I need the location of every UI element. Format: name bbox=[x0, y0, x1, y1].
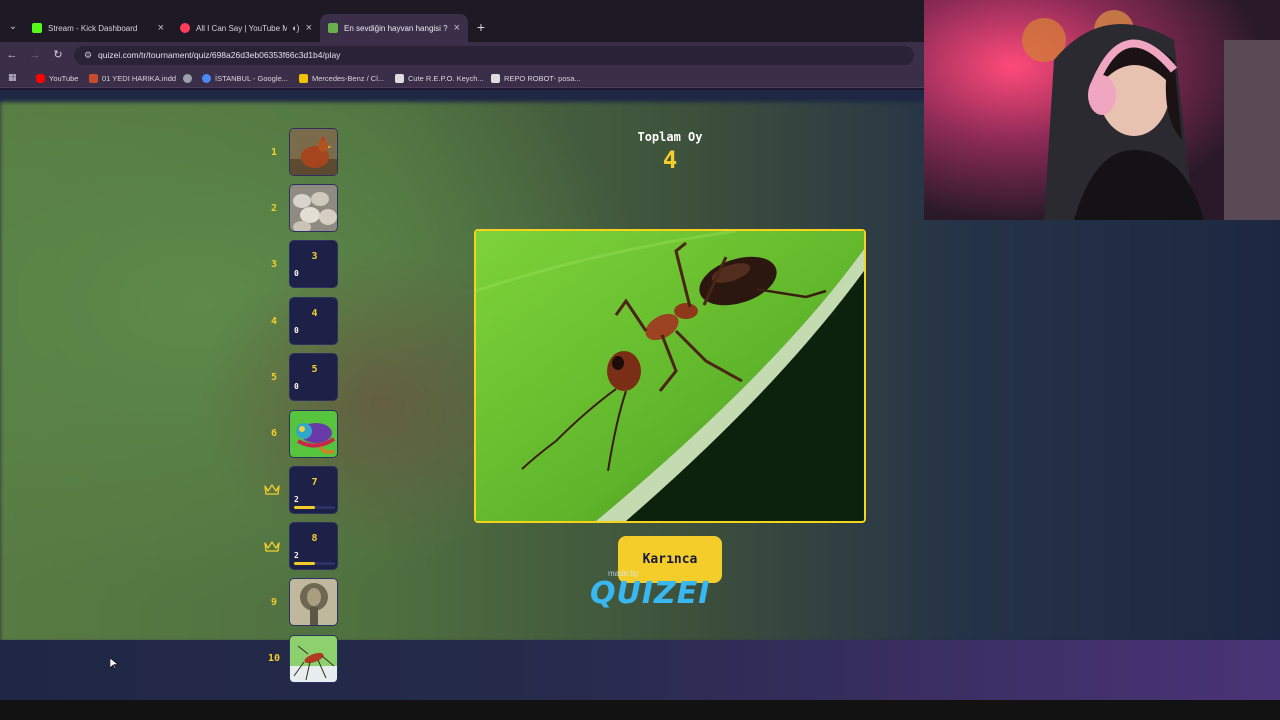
entry-rank: 4 bbox=[270, 316, 278, 327]
bookmark-label: REPO ROBOT- posa... bbox=[504, 73, 581, 83]
forward-arrow-icon[interactable]: → bbox=[27, 47, 43, 63]
bookmark-youtube[interactable]: YouTube bbox=[36, 71, 78, 85]
bookmark-globe[interactable] bbox=[183, 71, 196, 85]
entry-card[interactable]: 5 0 bbox=[289, 353, 338, 401]
total-votes-label: Toplam Oy bbox=[637, 130, 703, 144]
youtube-icon bbox=[36, 73, 45, 83]
bookmark-label: 01 YEDI HARIKA.indd bbox=[102, 73, 177, 83]
entry-rank: 10 bbox=[267, 653, 281, 664]
entry-votes: 0 bbox=[294, 269, 299, 278]
tab-title: Stream - Kick Dashboard bbox=[48, 23, 138, 33]
entry-card[interactable]: 7 2 bbox=[289, 466, 338, 514]
tab-title: En sevdiğin hayvan hangisi ? - bbox=[344, 23, 448, 33]
speaker-icon[interactable]: ◖) bbox=[291, 23, 299, 33]
kick-icon bbox=[32, 23, 42, 33]
browser-tabbar: ⌄ Stream - Kick Dashboard × All I Can Sa… bbox=[0, 0, 924, 42]
entry-rank: 2 bbox=[270, 203, 278, 214]
entry-number: 4 bbox=[311, 308, 318, 319]
youtube-music-icon bbox=[180, 23, 190, 33]
entry-votes: 0 bbox=[294, 382, 299, 391]
reload-icon[interactable]: ↻ bbox=[50, 47, 66, 63]
bookmark-label: İSTANBUL - Google... bbox=[215, 73, 288, 83]
bookmark-label: Cute R.E.P.O. Keych... bbox=[408, 73, 484, 83]
entry-number: 5 bbox=[311, 364, 318, 375]
close-icon[interactable]: × bbox=[306, 22, 312, 34]
entry-rank: 1 bbox=[270, 147, 278, 158]
document-icon bbox=[89, 73, 98, 83]
entry-number: 8 bbox=[311, 533, 318, 544]
back-arrow-icon[interactable]: ← bbox=[4, 47, 20, 63]
entry-votes: 2 bbox=[294, 495, 299, 504]
bookmark-repo-keychain[interactable]: Cute R.E.P.O. Keych... bbox=[395, 71, 484, 85]
address-bar[interactable]: ⚙ quizei.com/tr/tournament/quiz/698a26d3… bbox=[74, 46, 914, 65]
entry-rank: 6 bbox=[270, 428, 278, 439]
entry-votes: 2 bbox=[294, 551, 299, 560]
browser-toolbar: ← → ↻ ⚙ quizei.com/tr/tournament/quiz/69… bbox=[0, 42, 924, 68]
vote-progress-fill bbox=[294, 506, 315, 509]
site-info-icon[interactable]: ⚙ bbox=[82, 49, 94, 61]
close-icon[interactable]: × bbox=[158, 22, 164, 34]
sheep-thumbnail bbox=[290, 185, 337, 231]
bookmark-label: Mercedes-Benz / Cl... bbox=[312, 73, 385, 83]
crown-icon bbox=[264, 541, 280, 552]
new-tab-plus-icon[interactable]: + bbox=[472, 18, 490, 36]
webcam-overlay bbox=[924, 0, 1280, 220]
entry-chameleon-card[interactable] bbox=[289, 410, 338, 458]
vote-progress-fill bbox=[294, 562, 315, 565]
vote-progress-bar bbox=[294, 562, 335, 565]
entry-number: 7 bbox=[311, 477, 318, 488]
entry-card[interactable]: 3 0 bbox=[289, 240, 338, 288]
quizei-logo[interactable]: QUIZEI bbox=[590, 576, 710, 611]
mouse-cursor-icon bbox=[110, 658, 118, 670]
w-logo-icon bbox=[491, 73, 500, 83]
tab-kick[interactable]: Stream - Kick Dashboard × bbox=[24, 14, 172, 42]
page-bottom-strip bbox=[0, 700, 1280, 720]
entry-card[interactable]: 4 0 bbox=[289, 297, 338, 345]
w-logo-icon bbox=[395, 73, 404, 83]
tab-search-icon[interactable]: ⌄ bbox=[4, 18, 22, 36]
apps-grid-icon[interactable]: ▦ bbox=[8, 72, 18, 82]
s-logo-icon bbox=[299, 73, 308, 83]
entry-rank: 9 bbox=[270, 597, 278, 608]
bookmark-yedi-harika[interactable]: 01 YEDI HARIKA.indd bbox=[89, 71, 176, 85]
ant-on-leaf-image bbox=[476, 231, 864, 521]
cobra-thumbnail bbox=[290, 579, 337, 625]
entry-number: 3 bbox=[311, 251, 318, 262]
crown-icon bbox=[264, 484, 280, 495]
bookmark-mercedes[interactable]: Mercedes-Benz / Cl... bbox=[299, 71, 384, 85]
address-bar-url[interactable]: quizei.com/tr/tournament/quiz/698a26d3eb… bbox=[98, 50, 340, 60]
entry-rank: 5 bbox=[270, 372, 278, 383]
bookmark-repo-robot[interactable]: REPO ROBOT- posa... bbox=[491, 71, 581, 85]
globe-icon bbox=[183, 73, 192, 83]
entry-votes: 0 bbox=[294, 326, 299, 335]
chameleon-thumbnail bbox=[290, 411, 337, 457]
tab-youtube-music[interactable]: All I Can Say | YouTube Mu ◖) × bbox=[172, 14, 320, 42]
screen: ⌄ Stream - Kick Dashboard × All I Can Sa… bbox=[0, 0, 1280, 720]
streamer-webcam-image bbox=[924, 0, 1280, 220]
bookmark-istanbul[interactable]: İSTANBUL - Google... bbox=[202, 71, 288, 85]
entry-mosquito-card[interactable] bbox=[289, 635, 338, 683]
bookmark-label: YouTube bbox=[49, 73, 79, 83]
entry-rank: 3 bbox=[270, 259, 278, 270]
entry-card[interactable]: 8 2 bbox=[289, 522, 338, 570]
vote-progress-bar bbox=[294, 506, 335, 509]
mosquito-thumbnail bbox=[290, 636, 337, 682]
entry-chicken-card[interactable] bbox=[289, 128, 338, 176]
bookmarks-bar: ▦ YouTube 01 YEDI HARIKA.indd İSTANBUL -… bbox=[0, 68, 924, 88]
google-icon bbox=[202, 73, 211, 83]
close-icon[interactable]: × bbox=[454, 22, 460, 34]
total-votes-value: 4 bbox=[662, 146, 678, 174]
chicken-thumbnail bbox=[290, 129, 337, 175]
entry-sheep-card[interactable] bbox=[289, 184, 338, 232]
contestant-image[interactable] bbox=[474, 229, 866, 523]
entry-cobra-card[interactable] bbox=[289, 578, 338, 626]
tab-quiz[interactable]: En sevdiğin hayvan hangisi ? - × bbox=[320, 14, 468, 42]
quizei-favicon-icon bbox=[328, 23, 338, 33]
tab-title: All I Can Say | YouTube Mu bbox=[196, 23, 288, 33]
